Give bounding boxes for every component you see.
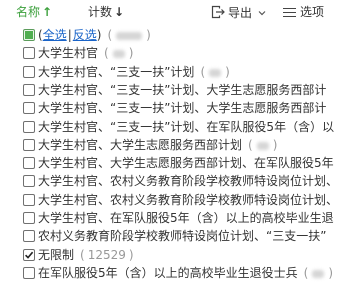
checkbox[interactable] <box>23 47 35 60</box>
sort-by-name-label: 名称 <box>16 5 41 19</box>
list-item[interactable]: 无限制 (12529) <box>0 246 341 264</box>
item-count: () <box>248 136 277 154</box>
checkbox[interactable] <box>23 175 35 188</box>
export-button[interactable]: 导出 <box>211 5 266 20</box>
list-item[interactable]: 大学生村官、大学生志愿服务西部计划 () <box>0 136 341 154</box>
list-item[interactable]: 大学生村官、农村义务教育阶段学校教师特设岗位计划、 <box>0 172 341 190</box>
item-count: () <box>104 44 133 62</box>
list-item[interactable]: 大学生村官、“三支一扶”计划、大学生志愿服务西部计 <box>0 99 341 117</box>
list-item[interactable]: 大学生村官、在军队服役5年（含）以上的高校毕业生退 <box>0 209 341 227</box>
sort-by-count-button[interactable]: 计数 ↓ <box>88 5 124 20</box>
list-item[interactable]: 大学生村官、农村义务教育阶段学校教师特设岗位计划、 <box>0 191 341 209</box>
sort-ascending-icon: ↑ <box>42 5 53 19</box>
redacted-count <box>209 68 222 77</box>
count-value: 12529 <box>87 247 126 262</box>
count-paren-close: ) <box>128 46 134 61</box>
count-paren-open: ( <box>248 137 253 152</box>
redacted-count <box>312 269 325 278</box>
list-item[interactable]: 大学生村官、“三支一扶”计划 () <box>0 63 341 81</box>
checkbox[interactable] <box>23 120 35 133</box>
invert-selection-link[interactable]: 反选 <box>73 26 97 44</box>
sort-by-count-label: 计数 <box>88 5 113 19</box>
option-label: 大学生村官 <box>38 46 99 61</box>
option-label: 大学生村官、农村义务教育阶段学校教师特设岗位计划、 <box>38 192 339 207</box>
checkbox[interactable] <box>23 102 35 115</box>
select-all-count: () <box>107 26 150 44</box>
count-paren-close: ) <box>146 28 151 42</box>
option-label: 大学生村官、“三支一扶”计划 <box>38 64 195 79</box>
export-label: 导出 <box>228 6 253 20</box>
option-label-group: 大学生村官、“三支一扶”计划 () <box>38 63 341 81</box>
redacted-count <box>256 141 269 150</box>
option-label: 在军队服役5年（含）以上的高校毕业生退役士兵 <box>38 265 298 280</box>
count-paren-open: ( <box>107 28 113 42</box>
option-label-group: 大学生村官、“三支一扶”计划、在军队服役5年（含）以 <box>38 118 341 136</box>
option-label-group: 无限制 (12529) <box>38 246 341 264</box>
item-count: (12529) <box>80 246 134 264</box>
checkbox[interactable] <box>23 138 35 151</box>
select-all-controls: ( 全选 | 反选) () <box>38 26 341 44</box>
option-label: 大学生村官、“三支一扶”计划、在军队服役5年（含）以 <box>38 119 335 134</box>
count-paren-open: ( <box>200 64 206 79</box>
menu-icon <box>283 7 296 18</box>
list-item[interactable]: 农村义务教育阶段学校教师特设岗位计划、“三支一扶” <box>0 227 341 245</box>
checkbox[interactable] <box>23 266 35 279</box>
select-all-link[interactable]: 全选 <box>43 26 67 44</box>
count-paren-close: ) <box>272 137 278 152</box>
chevron-down-icon <box>258 11 266 16</box>
list-item[interactable]: 在军队服役5年（含）以上的高校毕业生退役士兵 () <box>0 264 341 282</box>
checkbox[interactable] <box>23 193 35 206</box>
checkbox[interactable] <box>23 83 35 96</box>
list-item[interactable]: 大学生村官 () <box>0 44 341 62</box>
option-label: 大学生村官、农村义务教育阶段学校教师特设岗位计划、 <box>38 174 339 189</box>
list-item[interactable]: 大学生村官、“三支一扶”计划、在军队服役5年（含）以 <box>0 118 341 136</box>
redacted-count <box>112 50 125 59</box>
checkbox[interactable] <box>23 65 35 78</box>
indeterminate-mark <box>25 31 33 39</box>
sort-descending-icon: ↓ <box>114 5 125 19</box>
checkmark-icon <box>25 251 34 259</box>
option-label: 大学生村官、“三支一扶”计划、大学生志愿服务西部计 <box>38 101 327 116</box>
checkbox[interactable] <box>23 157 35 170</box>
option-label-group: 大学生村官、农村义务教育阶段学校教师特设岗位计划、 <box>38 191 341 209</box>
item-count: () <box>200 63 229 81</box>
option-label-group: 大学生村官、大学生志愿服务西部计划 () <box>38 136 341 154</box>
option-label-group: 大学生村官 () <box>38 44 341 62</box>
select-all-row: ( 全选 | 反选) () <box>0 26 341 44</box>
sort-by-name-button[interactable]: 名称 ↑ <box>16 5 52 20</box>
option-label-group: 在军队服役5年（含）以上的高校毕业生退役士兵 () <box>38 264 341 282</box>
count-paren-open: ( <box>303 265 309 280</box>
checkbox[interactable] <box>23 212 35 224</box>
count-paren-open: ( <box>80 247 85 262</box>
select-all-checkbox[interactable] <box>23 29 35 41</box>
count-paren-close: ) <box>128 247 134 262</box>
option-label: 大学生村官、大学生志愿服务西部计划 <box>38 137 243 152</box>
checkbox-checked[interactable] <box>23 248 35 261</box>
count-paren-open: ( <box>104 46 109 61</box>
option-label-group: 大学生村官、在军队服役5年（含）以上的高校毕业生退 <box>38 209 341 227</box>
option-label-group: 大学生村官、“三支一扶”计划、大学生志愿服务西部计 <box>38 81 341 99</box>
option-label-group: 大学生村官、“三支一扶”计划、大学生志愿服务西部计 <box>38 99 341 117</box>
option-label: 大学生村官、大学生志愿服务西部计划、在军队服役5年 <box>38 156 334 171</box>
item-count: () <box>304 264 333 282</box>
option-label: 农村义务教育阶段学校教师特设岗位计划、“三支一扶” <box>38 229 327 244</box>
option-label-group: 农村义务教育阶段学校教师特设岗位计划、“三支一扶” <box>38 227 341 245</box>
option-label: 无限制 <box>38 247 75 262</box>
options-label: 选项 <box>300 5 325 19</box>
export-icon <box>211 5 225 19</box>
paren-close: ) <box>96 28 102 42</box>
option-label-group: 大学生村官、农村义务教育阶段学校教师特设岗位计划、 <box>38 172 341 190</box>
count-paren-close: ) <box>328 265 334 280</box>
count-paren-close: ) <box>225 64 230 79</box>
option-label: 大学生村官、在军队服役5年（含）以上的高校毕业生退 <box>38 211 334 225</box>
separator: | <box>67 28 72 42</box>
option-label-group: 大学生村官、大学生志愿服务西部计划、在军队服役5年 <box>38 154 341 172</box>
list-item[interactable]: 大学生村官、大学生志愿服务西部计划、在军队服役5年 <box>0 154 341 172</box>
checkbox[interactable] <box>23 230 35 243</box>
option-label: 大学生村官、“三支一扶”计划、大学生志愿服务西部计 <box>38 82 327 97</box>
list-item[interactable]: 大学生村官、“三支一扶”计划、大学生志愿服务西部计 <box>0 81 341 99</box>
options-button[interactable]: 选项 <box>283 5 324 20</box>
redacted-count <box>116 32 143 40</box>
